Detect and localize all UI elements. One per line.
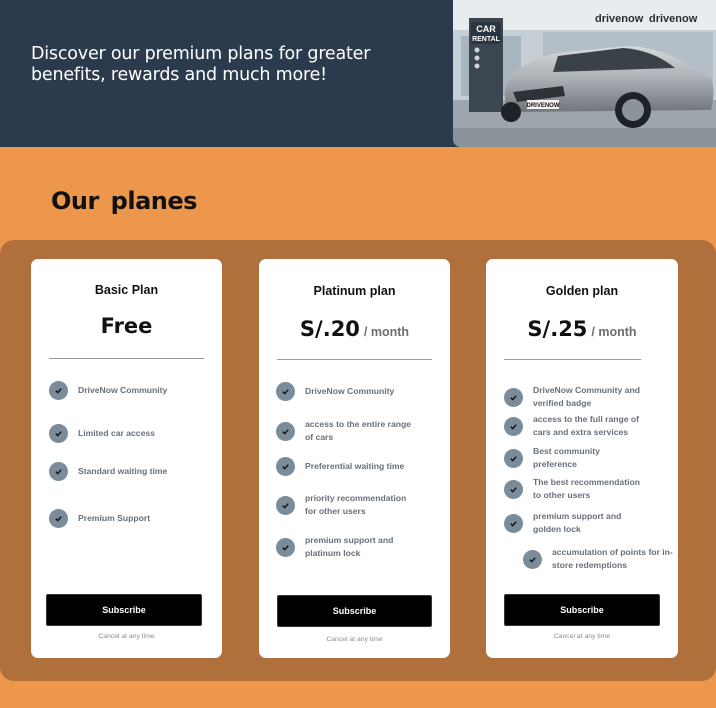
divider [277, 359, 432, 360]
feature-item: Limited car access [49, 424, 218, 443]
check-icon [276, 537, 295, 557]
check-icon [504, 448, 523, 468]
feature-text: Standard waiting time [78, 466, 168, 476]
golden-plan-card: Golden plan S/.25/ month DriveNow Commun… [486, 259, 678, 658]
subscribe-button[interactable]: Subscribe [46, 594, 202, 626]
feature-text: accumulation of points for in-store rede… [552, 547, 673, 570]
subscribe-button[interactable]: Subscribe [504, 594, 660, 626]
section-title: Our planes [51, 187, 197, 215]
price-period: / month [363, 325, 410, 339]
feature-text: DriveNow Community [305, 386, 395, 396]
feature-text: DriveNow Community [78, 385, 168, 395]
feature-text: access to the entire range of cars [305, 419, 412, 442]
feature-item: DriveNow Community and verified badge [504, 384, 643, 410]
divider [49, 358, 204, 359]
store-sign-left: drivenow [595, 13, 644, 25]
plan-price: Free [31, 314, 222, 338]
cancel-note: Cancel at any time [326, 636, 383, 643]
plan-name: Basic Plan [94, 283, 159, 297]
basic-plan-card: Basic Plan Free DriveNow Community Limit… [31, 259, 222, 658]
check-icon [504, 387, 523, 407]
check-icon [276, 495, 295, 515]
check-icon [504, 416, 523, 436]
price-amount: S/.20 [299, 317, 360, 341]
plan-price: S/.20/ month [259, 317, 450, 341]
feature-text: access to the full range of cars and ext… [533, 414, 640, 437]
check-icon [276, 382, 295, 401]
platinum-plan-card: Platinum plan S/.20/ month DriveNow Comm… [259, 259, 450, 658]
sign-car-text: CAR [476, 24, 496, 34]
feature-item: premium support and golden lock [504, 510, 633, 536]
check-icon [504, 513, 523, 533]
feature-item: The best recommendation to other users [504, 476, 648, 502]
feature-item: accumulation of points for in-store rede… [523, 546, 677, 572]
price-amount: S/.25 [527, 317, 588, 341]
feature-text: DriveNow Community and verified badge [533, 385, 640, 408]
plan-name: Golden plan [545, 284, 619, 298]
check-icon [49, 424, 68, 443]
feature-item: access to the full range of cars and ext… [504, 413, 648, 439]
feature-item: DriveNow Community [49, 381, 218, 400]
check-icon [523, 549, 542, 569]
check-icon [49, 509, 68, 528]
feature-text: The best recommendation to other users [533, 477, 640, 500]
cancel-note: Cancel at any time [553, 633, 611, 640]
sign-rental-text: RENTAL [472, 36, 501, 43]
hero-tagline: Discover our premium plans for greater b… [31, 44, 371, 85]
hero-banner: Discover our premium plans for greater b… [0, 0, 716, 147]
feature-text: premium support and golden lock [533, 511, 622, 534]
check-icon [49, 381, 68, 400]
price-period: / month [591, 325, 637, 339]
check-icon [276, 457, 295, 476]
car-rental-photo: drivenow drivenow CAR RENTAL DRIVENOW [453, 0, 716, 147]
divider [504, 359, 641, 360]
feature-text: priority recommendation for other users [305, 493, 407, 516]
check-icon [504, 479, 523, 499]
feature-item: Premium Support [49, 509, 218, 528]
check-icon [276, 421, 295, 441]
store-sign-right: drivenow [649, 13, 698, 25]
price-amount: Free [100, 314, 153, 338]
subscribe-button[interactable]: Subscribe [277, 595, 432, 627]
feature-text: Preferential waiting time [305, 461, 405, 471]
check-icon [49, 462, 68, 481]
feature-item: Standard waiting time [49, 462, 218, 481]
license-plate-text: DRIVENOW [527, 103, 560, 109]
feature-item: Preferential waiting time [276, 457, 445, 476]
feature-text: Limited car access [78, 428, 155, 438]
feature-text: Premium Support [78, 513, 151, 523]
feature-item: premium support and platinum lock [276, 534, 405, 560]
feature-text: Best community preference [533, 446, 600, 469]
plan-name: Platinum plan [313, 284, 396, 298]
feature-item: access to the entire range of cars [276, 418, 415, 444]
feature-item: priority recommendation for other users [276, 492, 415, 518]
plan-price: S/.25/ month [486, 317, 678, 341]
feature-item: DriveNow Community [276, 382, 445, 401]
feature-item: Best community preference [504, 445, 613, 471]
feature-text: premium support and platinum lock [305, 535, 394, 558]
cancel-note: Cancel at any time [98, 633, 155, 640]
